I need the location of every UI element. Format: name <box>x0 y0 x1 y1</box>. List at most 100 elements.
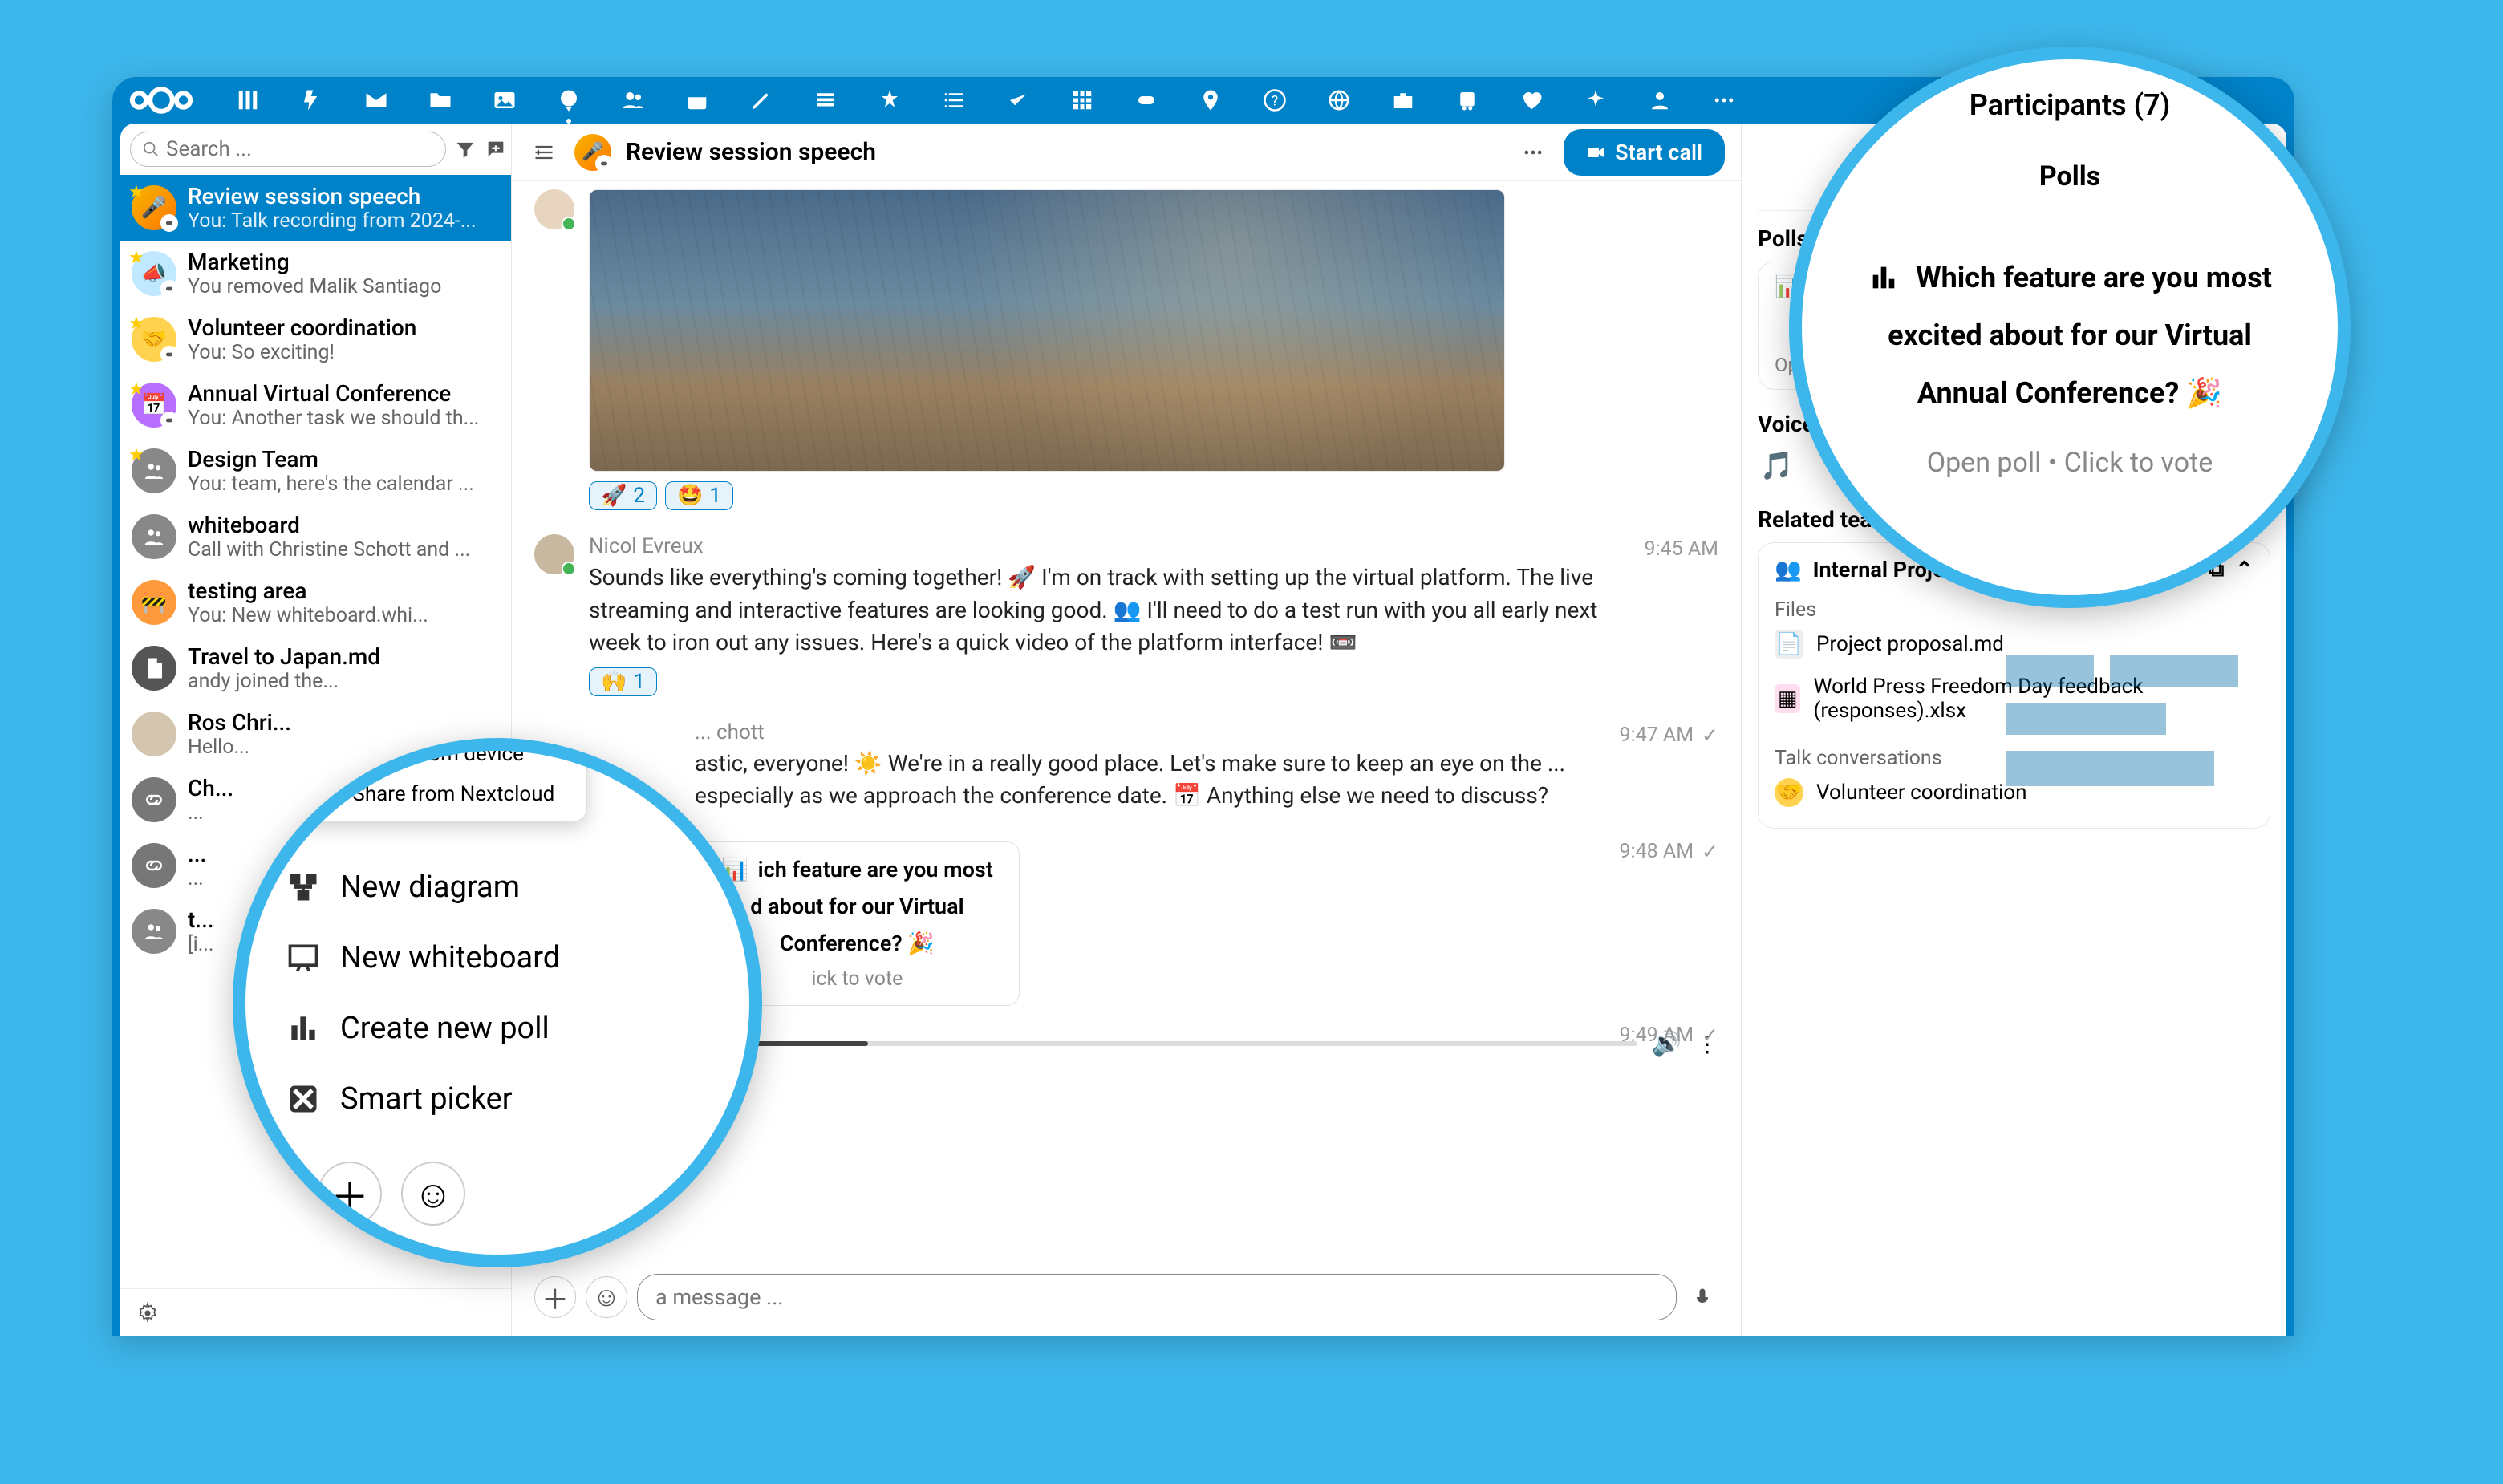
conversation-item[interactable]: Travel to Japan.mdandy joined the... <box>120 635 511 701</box>
doc-icon: 📄 <box>1775 630 1803 659</box>
conversation-subtitle: Call with Christine Schott and ... <box>188 538 500 562</box>
photos-icon[interactable] <box>491 87 518 114</box>
conversation-avatar: ★📅 <box>132 383 176 428</box>
globe-icon[interactable] <box>1325 87 1353 114</box>
search-field[interactable] <box>130 132 446 167</box>
folder-icon: 📁 <box>315 782 341 806</box>
seen-icon: ✓ <box>1702 1024 1718 1048</box>
search-input[interactable] <box>166 137 434 161</box>
link-badge-icon <box>160 214 178 232</box>
calendar-icon[interactable] <box>684 87 711 114</box>
new-diagram-item[interactable]: New diagram <box>278 852 717 922</box>
create-poll-item[interactable]: Create new poll <box>278 993 717 1064</box>
list-icon[interactable] <box>940 87 968 114</box>
compose-bar: ＋ ☺ <box>512 1261 1741 1336</box>
poll-hint-zoom[interactable]: Open poll • Click to vote <box>1837 447 2302 479</box>
location-icon[interactable] <box>1197 87 1224 114</box>
message: 📊ich feature are you most d about for ou… <box>695 837 1718 1006</box>
shared-image[interactable] <box>589 189 1505 472</box>
star-icon: ★ <box>128 314 144 334</box>
share-from-nextcloud[interactable]: 📁Share from Nextcloud <box>299 774 586 814</box>
zoom-attachment-menu: ⇪Upload from device 📁Share from Nextclou… <box>233 738 762 1267</box>
contacts-icon[interactable] <box>619 87 647 114</box>
conversation-subtitle: You: Talk recording from 2024-... <box>188 209 500 233</box>
poll-question: Which feature are you most excited about… <box>1837 257 2302 415</box>
conversation-avatar <box>132 514 176 559</box>
stack-icon[interactable] <box>812 87 839 114</box>
help-icon[interactable]: ? <box>1261 87 1288 114</box>
conversation-subtitle: You: team, here's the calendar ... <box>188 472 500 496</box>
chat-title: Review session speech <box>626 138 1503 166</box>
conversation-item[interactable]: ★📅 Annual Virtual ConferenceYou: Another… <box>120 372 511 438</box>
mail-icon[interactable] <box>363 87 390 114</box>
chat-menu-icon[interactable] <box>1517 136 1549 168</box>
conversation-item[interactable]: ★📣 MarketingYou removed Malik Santiago <box>120 241 511 306</box>
conversation-item[interactable]: ★ Design TeamYou: team, here's the calen… <box>120 438 511 504</box>
link-badge-icon <box>595 155 613 172</box>
conversation-subtitle: You removed Malik Santiago <box>188 275 500 298</box>
message-time: 9:48 AM ✓ <box>1620 840 1719 864</box>
user-icon[interactable] <box>1646 87 1673 114</box>
edit-icon[interactable] <box>748 87 775 114</box>
chevron-up-icon[interactable]: ⌃ <box>2235 557 2254 582</box>
add-button[interactable]: ＋ <box>534 1276 576 1318</box>
heart-eyes-emoji: 😍 <box>2266 504 2351 584</box>
conversation-title: Travel to Japan.md <box>188 643 500 670</box>
more-icon[interactable] <box>1710 87 1738 114</box>
conversation-item[interactable]: 🚧 testing areaYou: New whiteboard.whi... <box>120 570 511 635</box>
heart-icon[interactable] <box>1518 87 1545 114</box>
message-time: 9:45 AM <box>1644 537 1718 561</box>
conversation-item[interactable]: ★🤝 Volunteer coordinationYou: So excitin… <box>120 306 511 372</box>
voice-progress[interactable] <box>743 1041 1637 1046</box>
conversation-item[interactable]: whiteboardCall with Christine Schott and… <box>120 504 511 570</box>
poll-bars-icon <box>1868 262 1900 294</box>
sparkle-icon[interactable] <box>1582 87 1609 114</box>
zoom-poll-detail: Participants (7) Polls Which feature are… <box>1789 47 2351 608</box>
bookmark-icon[interactable] <box>876 87 903 114</box>
briefcase-icon[interactable] <box>1389 87 1417 114</box>
link-icon[interactable] <box>1133 87 1160 114</box>
reaction-chip[interactable]: 🙌 1 <box>589 667 657 696</box>
message-input[interactable] <box>655 1284 1658 1310</box>
start-call-button[interactable]: Start call <box>1564 129 1725 176</box>
emoji-button-zoom[interactable]: ☺ <box>401 1162 465 1226</box>
reaction-chip[interactable]: 🚀 2 <box>589 481 657 510</box>
sheet-icon: ▦ <box>1775 684 1800 713</box>
nextcloud-logo[interactable] <box>127 84 196 116</box>
bolt-icon[interactable] <box>298 87 326 114</box>
conversation-title: Ros Chri... <box>188 709 500 736</box>
filter-icon[interactable] <box>454 133 477 165</box>
folder-icon[interactable] <box>427 87 454 114</box>
conversation-title: Volunteer coordination <box>188 314 500 341</box>
add-button-zoom[interactable]: ＋ <box>318 1162 382 1226</box>
compose-input-wrapper[interactable] <box>637 1274 1677 1320</box>
conversation-title: whiteboard <box>188 512 500 538</box>
new-whiteboard-item[interactable]: New whiteboard <box>278 922 717 993</box>
reaction-chip[interactable]: 🤩 1 <box>665 481 733 510</box>
transport-icon[interactable] <box>1454 87 1481 114</box>
settings-icon[interactable] <box>132 1297 164 1329</box>
spreadsheet-icon[interactable] <box>1069 87 1096 114</box>
message-avatar <box>534 189 574 229</box>
talk-icon[interactable] <box>555 87 582 114</box>
conversation-title: Annual Virtual Conference <box>188 380 500 407</box>
conversation-avatar: ★🎤 <box>132 185 176 230</box>
voice-message[interactable]: 🔊 ⋮ 9:49 AM ✓ <box>743 1030 1718 1058</box>
conversation-title: Marketing <box>188 249 500 275</box>
star-icon: ★ <box>128 379 144 399</box>
chat-header: 🎤 Review session speech Start call <box>512 124 1741 181</box>
tasks-icon[interactable] <box>1004 87 1032 114</box>
conversation-avatar: 🚧 <box>132 580 176 625</box>
message-time: 9:47 AM ✓ <box>1620 724 1719 748</box>
conversation-title: Review session speech <box>188 183 500 209</box>
link-badge-icon <box>160 346 178 363</box>
voice-record-icon[interactable] <box>1686 1281 1718 1313</box>
conversation-item[interactable]: ★🎤 Review session speechYou: Talk record… <box>120 175 511 241</box>
smart-picker-item[interactable]: Smart picker <box>278 1064 717 1134</box>
upload-menu: ⇪Upload from device 📁Share from Nextclou… <box>298 738 587 821</box>
conversation-title: testing area <box>188 578 500 604</box>
new-conversation-icon[interactable] <box>485 133 507 165</box>
dashboard-icon[interactable] <box>234 87 262 114</box>
emoji-button[interactable]: ☺ <box>586 1276 627 1318</box>
sidebar-toggle-icon[interactable] <box>528 136 560 168</box>
